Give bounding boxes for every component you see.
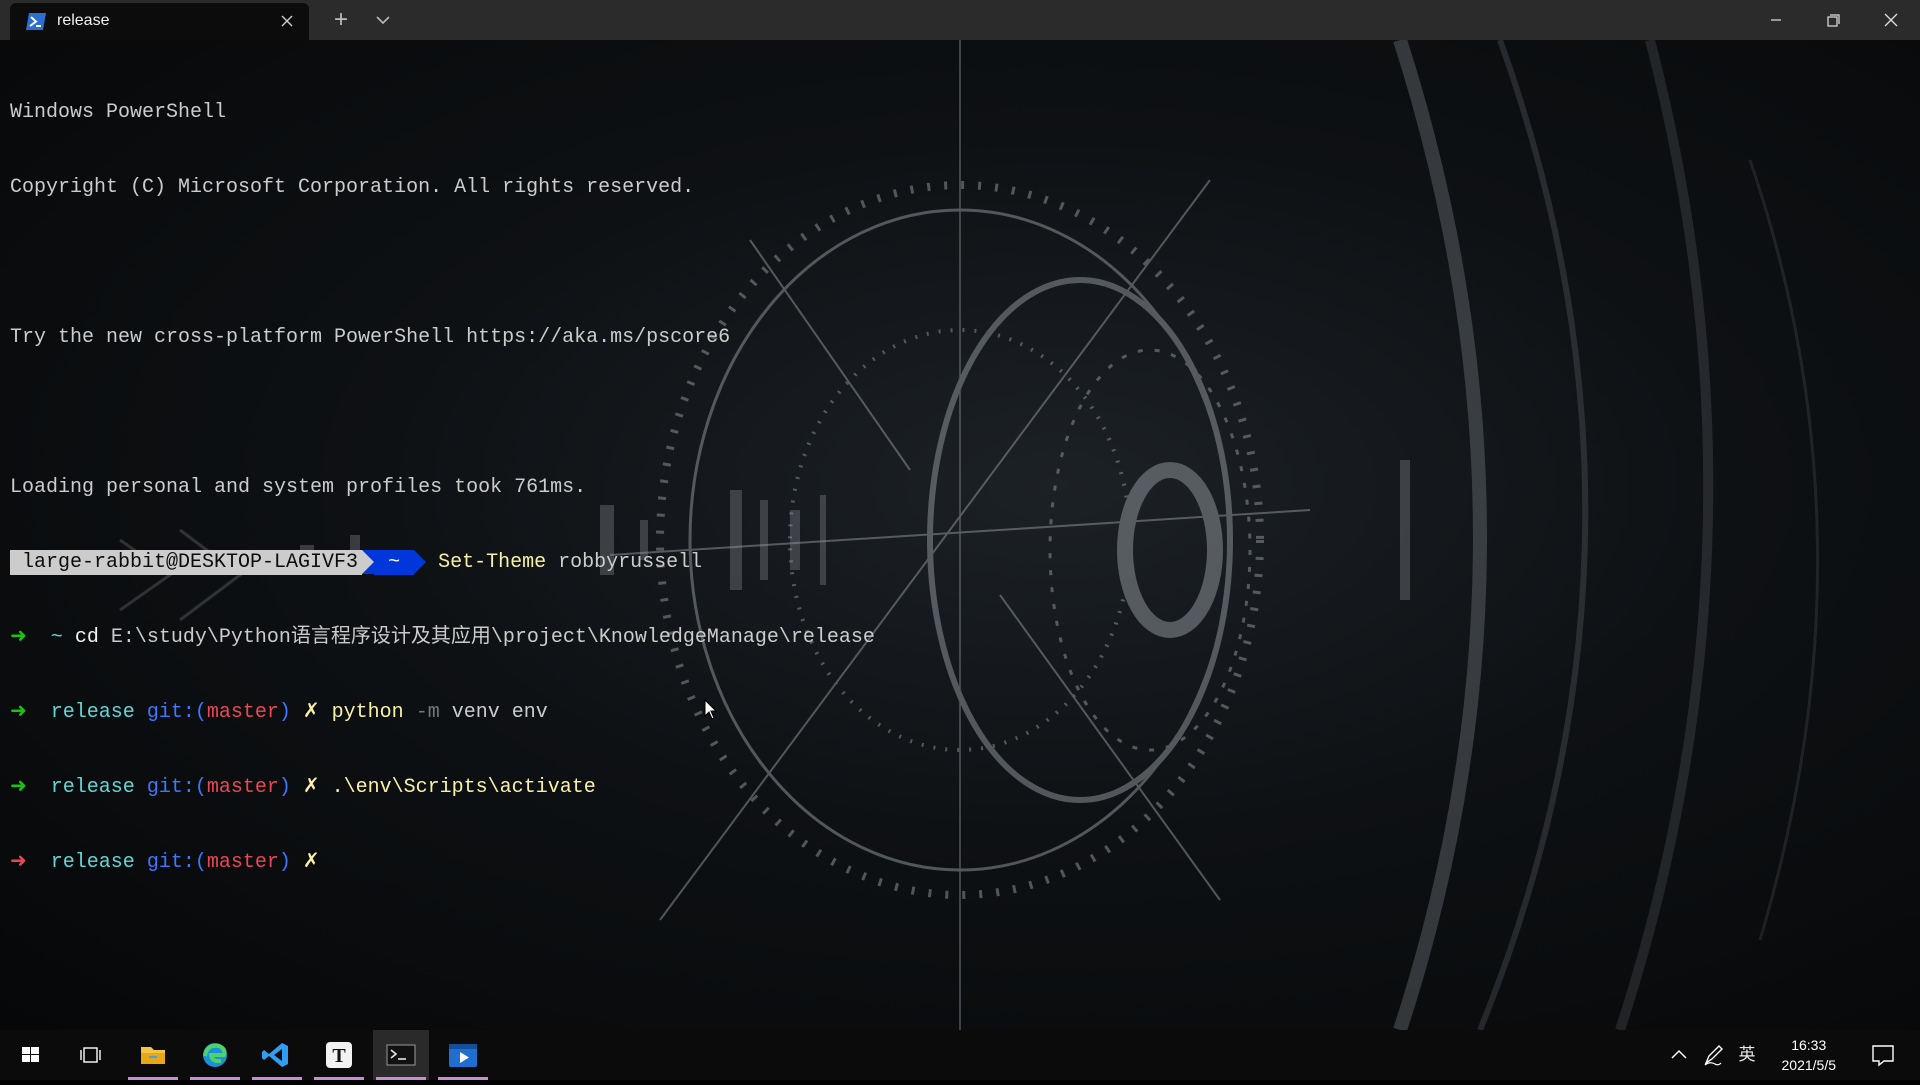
edge-icon — [203, 1043, 227, 1067]
powerline-separator — [362, 550, 375, 574]
git-dirty-mark: ✗ — [302, 776, 320, 799]
prompt-dir: release — [50, 776, 135, 799]
action-center-button[interactable] — [1860, 1030, 1904, 1080]
prompt-line: ➜ release git:(master) ✗ python -m venv … — [10, 700, 875, 725]
clock-time: 16:33 — [1791, 1037, 1827, 1053]
git-dirty-mark: ✗ — [302, 701, 320, 724]
vscode-icon — [262, 1043, 288, 1067]
taskbar-media-player[interactable] — [435, 1030, 491, 1080]
terminal-line: Loading personal and system profiles too… — [10, 476, 587, 499]
taskbar-edge[interactable] — [187, 1030, 243, 1080]
taskbar: T 英 16:33 2021/5/5 — [0, 1030, 1920, 1080]
prompt-arrow: ➜ — [10, 776, 27, 799]
prompt-line: ➜ ~ cd E:\study\Python语言程序设计及其应用\project… — [10, 625, 875, 650]
prompt-host-segment: large-rabbit@DESKTOP-LAGIVF3 — [10, 550, 363, 575]
chevron-down-icon — [376, 16, 390, 25]
taskbar-file-explorer[interactable] — [125, 1030, 181, 1080]
command-arg: E:\study\Python语言程序设计及其应用\project\Knowle… — [110, 626, 875, 649]
media-player-icon — [449, 1044, 477, 1067]
taskbar-terminal[interactable] — [373, 1030, 429, 1080]
terminal-line: Copyright (C) Microsoft Corporation. All… — [10, 176, 695, 199]
prompt-dir: release — [50, 851, 135, 874]
git-label: git:( — [146, 851, 207, 874]
command-name: Set-Theme — [438, 551, 547, 574]
prompt-path-segment: ~ — [374, 550, 415, 575]
command-flag: -m — [415, 701, 440, 724]
git-label: git:( — [146, 701, 207, 724]
git-label-close: ) — [278, 701, 291, 724]
terminal-line: Windows PowerShell — [10, 101, 227, 124]
taskbar-vscode[interactable] — [249, 1030, 305, 1080]
terminal-icon — [386, 1044, 416, 1066]
input-method-indicator[interactable]: 英 — [1732, 1030, 1762, 1080]
git-branch: master — [206, 851, 279, 874]
prompt-line: ➜ release git:(master) ✗ .\env\Scripts\a… — [10, 775, 875, 800]
command-name: cd — [74, 626, 99, 649]
pen-icon — [1704, 1045, 1723, 1066]
terminal-pane[interactable]: Windows PowerShell Copyright (C) Microso… — [0, 40, 1920, 1030]
restore-button[interactable] — [1805, 0, 1863, 40]
restore-icon — [1827, 14, 1840, 27]
file-explorer-icon — [141, 1047, 165, 1064]
title-bar: release + — [0, 0, 1920, 40]
powershell-icon — [26, 13, 46, 30]
git-dirty-mark: ✗ — [302, 851, 320, 874]
notification-icon — [1872, 1045, 1894, 1067]
chevron-up-icon — [1671, 1049, 1687, 1059]
tab-dropdown-button[interactable] — [368, 5, 398, 35]
tab-close-button[interactable] — [277, 11, 297, 31]
command-name: .\env\Scripts\activate — [331, 776, 596, 799]
show-hidden-icons-button[interactable] — [1662, 1030, 1696, 1080]
close-icon — [1884, 13, 1898, 27]
command-name: python — [331, 701, 404, 724]
command-arg: venv env — [451, 701, 548, 724]
clock[interactable]: 16:33 2021/5/5 — [1782, 1035, 1837, 1075]
tab-title: release — [57, 12, 110, 29]
powerline-separator — [414, 550, 427, 574]
git-branch: master — [206, 701, 279, 724]
pen-workspace-button[interactable] — [1696, 1030, 1730, 1080]
prompt-dir: ~ — [50, 626, 63, 649]
clock-date: 2021/5/5 — [1781, 1057, 1837, 1073]
git-label: git:( — [146, 776, 207, 799]
task-view-icon — [80, 1047, 101, 1063]
mouse-pointer-icon — [704, 699, 718, 720]
start-button[interactable] — [2, 1030, 58, 1080]
prompt-line[interactable]: ➜ release git:(master) ✗ — [10, 850, 875, 875]
prompt-arrow: ➜ — [10, 701, 27, 724]
prompt-dir: release — [50, 701, 135, 724]
svg-text:T: T — [332, 1045, 346, 1067]
windows-start-icon — [22, 1047, 39, 1062]
prompt-arrow: ➜ — [10, 626, 27, 649]
command-arg: robbyrussell — [558, 551, 703, 574]
close-window-button[interactable] — [1862, 0, 1920, 40]
new-tab-button[interactable]: + — [326, 5, 356, 35]
tab-release[interactable]: release — [10, 3, 309, 40]
terminal-output: Windows PowerShell Copyright (C) Microso… — [10, 50, 875, 925]
minimize-icon — [1771, 19, 1781, 21]
git-label-close: ) — [278, 851, 291, 874]
prompt-line: large-rabbit@DESKTOP-LAGIVF3 ~ Set-Theme … — [10, 550, 875, 575]
git-branch: master — [206, 776, 279, 799]
typora-icon: T — [326, 1042, 352, 1068]
git-label-close: ) — [278, 776, 291, 799]
prompt-arrow: ➜ — [10, 851, 27, 874]
task-view-button[interactable] — [62, 1030, 118, 1080]
terminal-line: Try the new cross-platform PowerShell ht… — [10, 326, 731, 349]
minimize-button[interactable] — [1747, 0, 1805, 40]
close-icon — [281, 15, 293, 27]
taskbar-typora[interactable]: T — [311, 1030, 367, 1080]
